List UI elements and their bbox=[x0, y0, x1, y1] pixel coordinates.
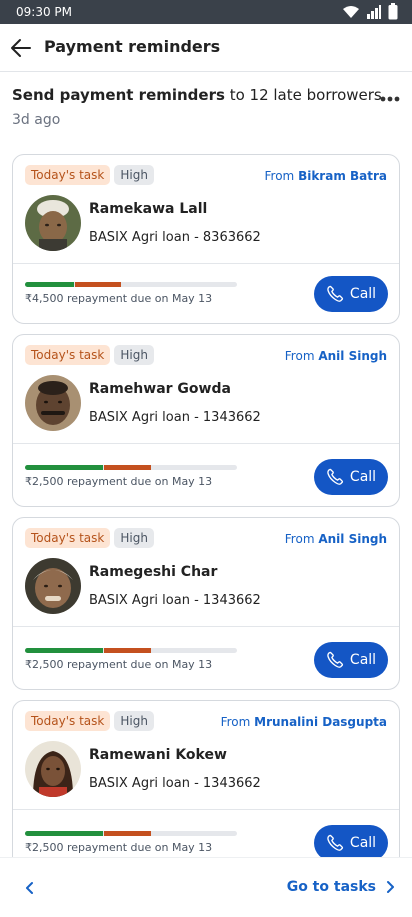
borrower-name: Ramewani Kokew bbox=[89, 747, 227, 763]
task-age: 3d ago bbox=[12, 112, 61, 128]
phone-icon bbox=[327, 651, 344, 668]
borrower-card[interactable]: Today's task High From Anil Singh Ramege… bbox=[12, 517, 400, 690]
from-name[interactable]: Mrunalini Dasgupta bbox=[254, 715, 387, 729]
avatar bbox=[25, 741, 81, 797]
todays-task-badge: Today's task bbox=[25, 711, 111, 731]
borrower-card[interactable]: Today's task High From Mrunalini Dasgupt… bbox=[12, 700, 400, 873]
call-label: Call bbox=[349, 835, 377, 851]
loan-info: BASIX Agri loan - 1343662 bbox=[89, 776, 261, 791]
signal-icon bbox=[367, 4, 381, 19]
from-name[interactable]: Anil Singh bbox=[318, 349, 387, 363]
progress-overdue-segment bbox=[104, 465, 152, 470]
assigned-from: From Bikram Batra bbox=[265, 169, 387, 183]
from-prefix: From bbox=[220, 715, 255, 729]
call-label: Call bbox=[349, 469, 377, 485]
more-options-button[interactable] bbox=[380, 86, 400, 107]
task-title-bold: Send payment reminders bbox=[12, 86, 225, 104]
card-badges: Today's task High bbox=[25, 711, 154, 731]
repayment-due-text: ₹2,500 repayment due on May 13 bbox=[25, 475, 213, 488]
priority-badge: High bbox=[114, 711, 154, 731]
status-bar: 09:30 PM bbox=[0, 0, 412, 24]
from-name[interactable]: Anil Singh bbox=[318, 532, 387, 546]
from-prefix: From bbox=[284, 532, 319, 546]
progress-overdue-segment bbox=[74, 282, 122, 287]
todays-task-badge: Today's task bbox=[25, 345, 111, 365]
repayment-progress-bar bbox=[25, 831, 237, 836]
bottom-nav: Go to tasks bbox=[0, 857, 412, 917]
repayment-progress-bar bbox=[25, 465, 237, 470]
call-button[interactable]: Call bbox=[314, 276, 388, 312]
call-button[interactable]: Call bbox=[314, 459, 388, 495]
loan-info: BASIX Agri loan - 1343662 bbox=[89, 410, 261, 425]
repayment-progress-bar bbox=[25, 282, 237, 287]
battery-icon bbox=[388, 3, 398, 20]
call-label: Call bbox=[349, 652, 377, 668]
todays-task-badge: Today's task bbox=[25, 165, 111, 185]
card-badges: Today's task High bbox=[25, 345, 154, 365]
task-header: Send payment reminders to 12 late borrow… bbox=[12, 86, 400, 128]
phone-icon bbox=[327, 285, 344, 302]
progress-overdue-segment bbox=[104, 831, 152, 836]
wifi-icon bbox=[343, 5, 359, 18]
card-divider bbox=[13, 809, 399, 810]
chevron-right-icon bbox=[387, 881, 394, 893]
phone-icon bbox=[327, 468, 344, 485]
priority-badge: High bbox=[114, 165, 154, 185]
progress-paid-segment bbox=[25, 282, 74, 287]
borrower-name: Ramegeshi Char bbox=[89, 564, 218, 580]
avatar bbox=[25, 195, 81, 251]
status-icons bbox=[342, 3, 398, 20]
arrow-left-icon bbox=[11, 39, 31, 57]
card-divider bbox=[13, 626, 399, 627]
avatar bbox=[25, 375, 81, 431]
avatar bbox=[25, 558, 81, 614]
previous-button[interactable] bbox=[20, 878, 40, 898]
from-prefix: From bbox=[264, 169, 299, 183]
app-bar: Payment reminders bbox=[0, 24, 412, 72]
status-time: 09:30 PM bbox=[16, 5, 72, 19]
task-title: Send payment reminders to 12 late borrow… bbox=[12, 86, 400, 104]
borrower-card[interactable]: Today's task High From Bikram Batra Rame… bbox=[12, 154, 400, 324]
borrower-name: Ramehwar Gowda bbox=[89, 381, 231, 397]
from-name[interactable]: Bikram Batra bbox=[298, 169, 387, 183]
back-button[interactable] bbox=[8, 34, 36, 62]
assigned-from: From Anil Singh bbox=[285, 532, 387, 546]
from-prefix: From bbox=[284, 349, 319, 363]
progress-overdue-segment bbox=[104, 648, 152, 653]
card-divider bbox=[13, 263, 399, 264]
go-to-tasks-label: Go to tasks bbox=[286, 879, 376, 895]
page-title: Payment reminders bbox=[44, 37, 221, 56]
chevron-left-icon bbox=[26, 882, 33, 894]
card-divider bbox=[13, 443, 399, 444]
go-to-tasks-button[interactable]: Go to tasks bbox=[287, 879, 396, 895]
todays-task-badge: Today's task bbox=[25, 528, 111, 548]
progress-paid-segment bbox=[25, 465, 104, 470]
call-label: Call bbox=[349, 286, 377, 302]
repayment-due-text: ₹4,500 repayment due on May 13 bbox=[25, 292, 213, 305]
loan-info: BASIX Agri loan - 8363662 bbox=[89, 230, 261, 245]
card-badges: Today's task High bbox=[25, 528, 154, 548]
card-badges: Today's task High bbox=[25, 165, 154, 185]
progress-paid-segment bbox=[25, 831, 104, 836]
assigned-from: From Anil Singh bbox=[285, 349, 387, 363]
priority-badge: High bbox=[114, 528, 154, 548]
phone-icon bbox=[327, 834, 344, 851]
assigned-from: From Mrunalini Dasgupta bbox=[221, 715, 387, 729]
borrower-card[interactable]: Today's task High From Anil Singh Ramehw… bbox=[12, 334, 400, 507]
priority-badge: High bbox=[114, 345, 154, 365]
call-button[interactable]: Call bbox=[314, 825, 388, 861]
repayment-due-text: ₹2,500 repayment due on May 13 bbox=[25, 841, 213, 854]
task-title-rest: to 12 late borrowers bbox=[224, 86, 382, 104]
progress-paid-segment bbox=[25, 648, 104, 653]
call-button[interactable]: Call bbox=[314, 642, 388, 678]
repayment-due-text: ₹2,500 repayment due on May 13 bbox=[25, 658, 213, 671]
loan-info: BASIX Agri loan - 1343662 bbox=[89, 593, 261, 608]
more-horizontal-icon bbox=[380, 96, 400, 102]
borrower-name: Ramekawa Lall bbox=[89, 201, 208, 217]
repayment-progress-bar bbox=[25, 648, 237, 653]
